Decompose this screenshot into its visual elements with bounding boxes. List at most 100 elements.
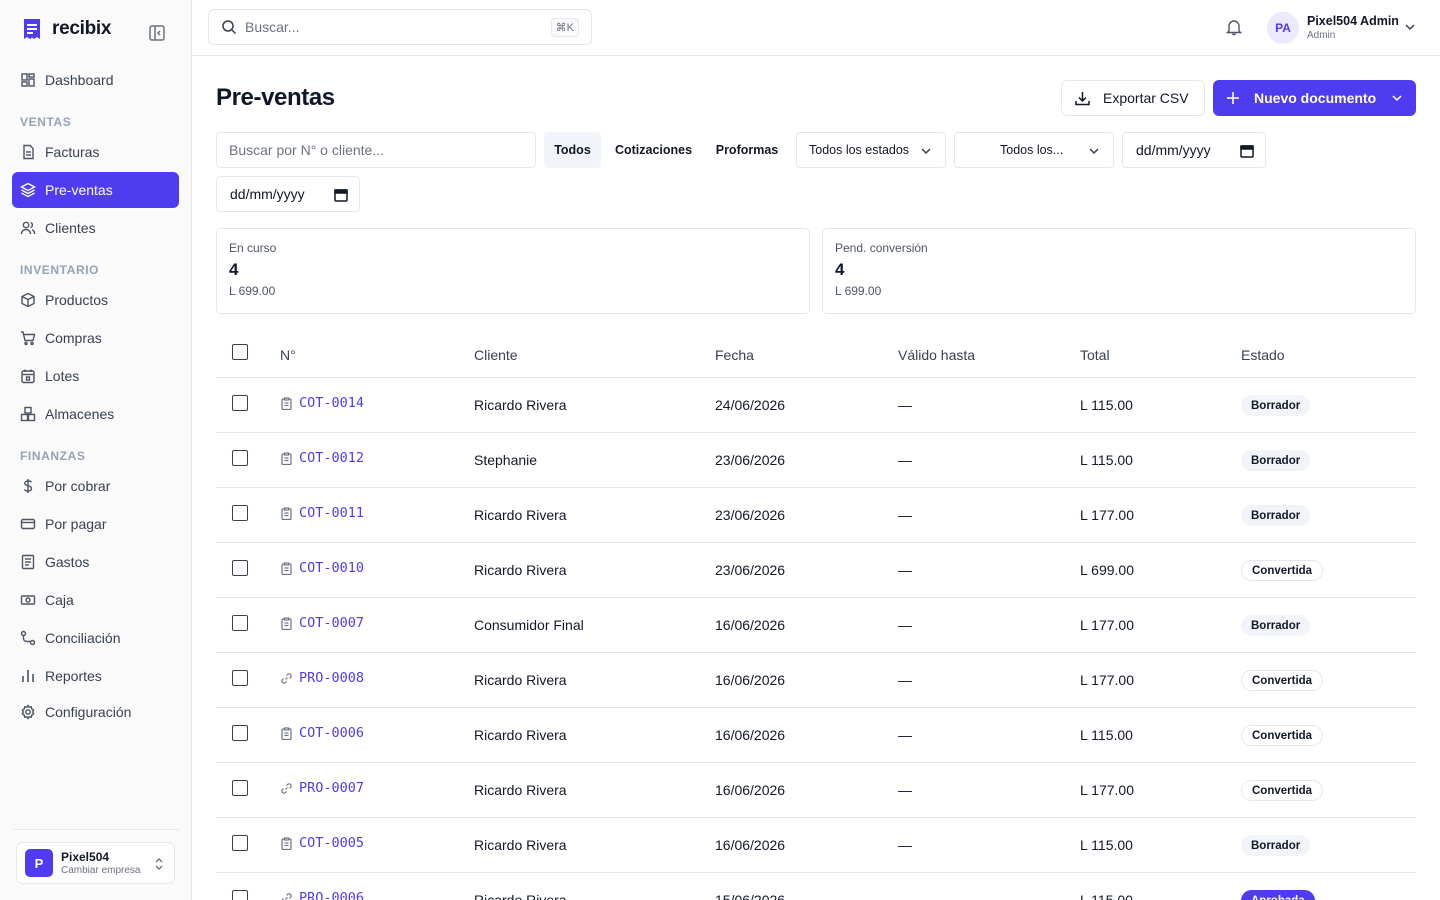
section-ventas: VENTAS [20,115,72,129]
sidebar-item-caja[interactable]: Caja [12,582,179,618]
brand[interactable]: recibix [22,18,111,40]
boxes-icon [20,406,36,422]
table-row[interactable]: COT-0005 Ricardo Rivera 16/06/2026 — L 115.0… [216,818,1416,873]
new-document-button[interactable]: Nuevo documento [1213,80,1416,116]
sidebar-item-compras[interactable]: Compras [12,320,179,356]
layers-icon [20,182,36,198]
sidebar-item-pre-ventas[interactable]: Pre-ventas [12,172,179,208]
table-row[interactable]: COT-0006 Ricardo Rivera 16/06/2026 — L 115.0… [216,708,1416,763]
document-link[interactable]: COT-0005 [280,835,364,851]
sidebar-item-por-pagar[interactable]: Por pagar [12,506,179,542]
table-row[interactable]: COT-0012 Stephanie 23/06/2026 — L 115.00 Borr… [216,433,1416,488]
table-row[interactable]: PRO-0008 Ricardo Rivera 16/06/2026 — L 177.0… [216,653,1416,708]
row-checkbox[interactable] [232,890,248,900]
column-header-date[interactable]: Fecha [715,347,754,363]
sidebar-item-gastos[interactable]: Gastos [12,544,179,580]
sidebar-item-label: Gastos [45,554,90,570]
column-header-total[interactable]: Total [1080,347,1110,363]
row-checkbox[interactable] [232,670,248,686]
document-total: L 115.00 [1080,837,1133,853]
company-switcher[interactable]: P Pixel504 Cambiar empresa [16,842,175,884]
calendar-icon[interactable] [1240,144,1254,158]
document-number[interactable]: PRO-0007 [299,780,364,796]
search-icon [222,20,237,35]
document-link[interactable]: COT-0012 [280,450,364,466]
type-select[interactable]: Todos los... [954,132,1114,168]
date-from-input[interactable]: dd/mm/yyyy [1122,132,1266,168]
chevron-down-icon [1089,148,1099,155]
row-checkbox[interactable] [232,505,248,521]
column-header-number[interactable]: N° [280,347,296,363]
valid-until: — [898,892,912,900]
document-link[interactable]: PRO-0007 [280,780,364,796]
document-number[interactable]: COT-0007 [299,615,364,631]
column-header-status[interactable]: Estado [1241,347,1285,363]
row-checkbox[interactable] [232,780,248,796]
sidebar-item-clientes[interactable]: Clientes [12,210,179,246]
shortcut-hint: ⌘K [550,18,579,37]
valid-until: — [898,617,912,633]
document-number[interactable]: PRO-0008 [299,670,364,686]
document-link[interactable]: COT-0014 [280,395,364,411]
document-number[interactable]: COT-0006 [299,725,364,741]
chevron-down-icon[interactable] [1405,23,1415,31]
table-row[interactable]: COT-0007 Consumidor Final 16/06/2026 — L 177… [216,598,1416,653]
stat-value: 4 [835,260,845,279]
document-number[interactable]: COT-0011 [299,505,364,521]
sidebar-item-productos[interactable]: Productos [12,282,179,318]
calendar-icon[interactable] [334,188,348,202]
row-checkbox[interactable] [232,560,248,576]
sidebar-item-dashboard[interactable]: Dashboard [12,62,179,98]
sidebar-item-reportes[interactable]: Reportes [12,658,179,694]
export-csv-button[interactable]: Exportar CSV [1061,80,1205,116]
document-link[interactable]: COT-0011 [280,505,364,521]
document-link[interactable]: COT-0006 [280,725,364,741]
user-avatar[interactable]: PA [1267,12,1299,44]
bell-icon[interactable] [1225,18,1243,36]
document-number[interactable]: COT-0010 [299,560,364,576]
row-checkbox[interactable] [232,725,248,741]
document-link[interactable]: PRO-0008 [280,670,364,686]
status-select[interactable]: Todos los estados [796,132,946,168]
global-search[interactable]: ⌘K [208,9,592,45]
row-checkbox[interactable] [232,450,248,466]
global-search-input[interactable] [245,19,535,35]
column-header-valid-until[interactable]: Válido hasta [898,347,975,363]
sidebar-item-por-cobrar[interactable]: Por cobrar [12,468,179,504]
tab-cotizaciones[interactable]: Cotizaciones [607,132,700,168]
document-number[interactable]: COT-0014 [299,395,364,411]
document-total: L 177.00 [1080,617,1134,633]
sidebar-item-label: Configuración [45,704,132,720]
sidebar-item-facturas[interactable]: Facturas [12,134,179,170]
document-number[interactable]: COT-0005 [299,835,364,851]
row-checkbox[interactable] [232,615,248,631]
table-row[interactable]: COT-0010 Ricardo Rivera 23/06/2026 — L 699.0… [216,543,1416,598]
collapse-sidebar-icon[interactable] [148,24,166,42]
document-search[interactable] [216,132,536,168]
sidebar-item-configuracion[interactable]: Configuración [12,694,179,730]
table-row[interactable]: PRO-0007 Ricardo Rivera 16/06/2026 — L 177.0… [216,763,1416,818]
document-link[interactable]: COT-0010 [280,560,364,576]
sidebar-item-lotes[interactable]: Lotes [12,358,179,394]
sidebar-item-conciliacion[interactable]: Conciliación [12,620,179,656]
row-checkbox[interactable] [232,835,248,851]
document-number[interactable]: PRO-0006 [299,890,364,900]
table-row[interactable]: COT-0014 Ricardo Rivera 24/06/2026 — L 115.0… [216,378,1416,433]
column-header-client[interactable]: Cliente [474,347,518,363]
table-row[interactable]: COT-0011 Ricardo Rivera 23/06/2026 — L 177.0… [216,488,1416,543]
table-row[interactable]: PRO-0006 Ricardo Rivera 15/06/2026 — L 115.0… [216,873,1416,900]
row-checkbox[interactable] [232,395,248,411]
document-link[interactable]: COT-0007 [280,615,364,631]
date-to-input[interactable]: dd/mm/yyyy [216,176,360,212]
tab-proformas[interactable]: Proformas [706,132,788,168]
select-all-checkbox[interactable] [232,344,248,360]
document-number[interactable]: COT-0012 [299,450,364,466]
sidebar-item-almacenes[interactable]: Almacenes [12,396,179,432]
sidebar-item-label: Por pagar [45,516,107,532]
document-link[interactable]: PRO-0006 [280,890,364,900]
document-search-input[interactable] [229,142,519,158]
user-name[interactable]: Pixel504 Admin [1307,14,1399,28]
status-badge: Borrador [1241,505,1311,526]
document-date: 16/06/2026 [715,672,786,688]
tab-todos[interactable]: Todos [544,132,601,168]
